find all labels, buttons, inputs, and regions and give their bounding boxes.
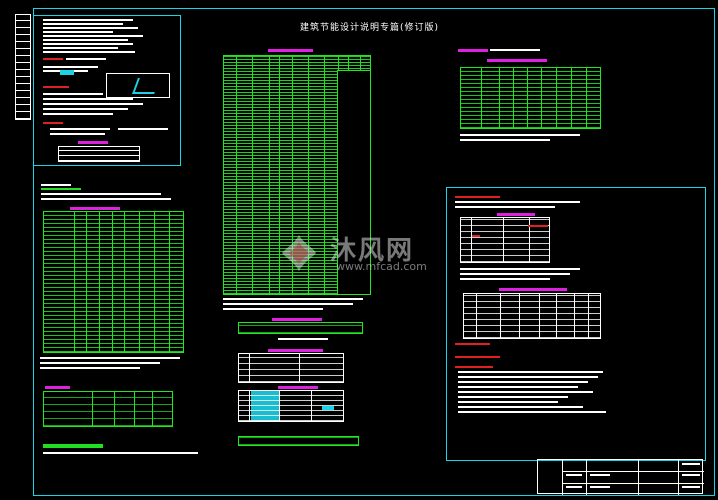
center-summary-table xyxy=(238,322,363,334)
center-footer-table xyxy=(238,436,359,446)
summary-table-left xyxy=(43,391,173,427)
ac-system-table xyxy=(460,217,550,263)
revision-strip xyxy=(15,14,31,120)
drawing-title: 建筑节能设计说明专篇(修订版) xyxy=(300,23,440,33)
title-block xyxy=(537,459,704,495)
heat-coefficient-table xyxy=(238,353,344,383)
window-performance-table xyxy=(460,67,601,129)
window-ratio-table xyxy=(58,146,140,162)
watermark-url: www.mfcad.com xyxy=(336,260,427,273)
envelope-performance-table xyxy=(43,211,184,353)
equipment-efficiency-table xyxy=(463,293,601,339)
watermark-logo-icon xyxy=(282,235,316,271)
